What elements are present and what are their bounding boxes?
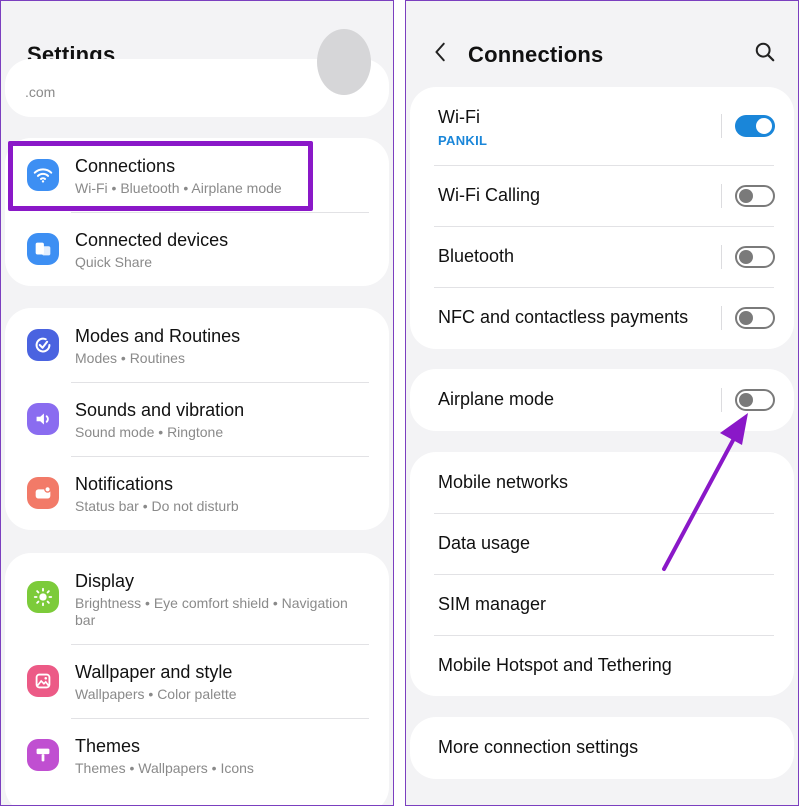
settings-item-display[interactable]: Display Brightness • Eye comfort shield •… (5, 553, 377, 644)
settings-item-subtitle: Sound mode • Ringtone (75, 424, 224, 440)
settings-item-connected-devices[interactable]: Connected devices Quick Share (5, 212, 377, 286)
settings-item-title: Themes (75, 736, 141, 756)
settings-item-subtitle: Quick Share (75, 254, 153, 270)
speaker-icon (27, 403, 59, 435)
annotation-arrow (662, 413, 748, 571)
settings-item-subtitle: Wallpapers • Color palette (75, 686, 237, 702)
settings-group-display: Display Brightness • Eye comfort shield •… (5, 553, 389, 805)
settings-item-subtitle: Status bar • Do not disturb (75, 498, 239, 514)
connections-panel: Connections Wi-Fi PANKIL Wi-Fi Calling Blue… (405, 0, 799, 806)
settings-item-notifications[interactable]: Notifications Status bar • Do not disturb (5, 456, 377, 530)
arrow-head (720, 413, 748, 445)
settings-panel: Settings .com Connections Wi-Fi • Bluetoo… (0, 0, 394, 806)
account-email-partial: .com (25, 84, 56, 100)
settings-item-subtitle-cont: bar (75, 612, 96, 628)
brush-icon (27, 739, 59, 771)
settings-item-subtitle: Themes • Wallpapers • Icons (75, 760, 254, 776)
highlight-box (8, 141, 313, 211)
settings-item-title: Display (75, 571, 135, 591)
check-circle-icon (27, 329, 59, 361)
notification-icon (27, 477, 59, 509)
sun-icon (27, 581, 59, 613)
arrow-shaft (662, 429, 740, 571)
settings-item-subtitle: Modes • Routines (75, 350, 185, 366)
settings-item-title: Notifications (75, 474, 174, 494)
settings-item-themes[interactable]: Themes Themes • Wallpapers • Icons (5, 718, 377, 792)
settings-item-title: Connected devices (75, 230, 229, 250)
account-card[interactable]: .com (5, 29, 389, 117)
image-icon (27, 665, 59, 697)
settings-item-modes-routines[interactable]: Modes and Routines Modes • Routines (5, 308, 377, 382)
avatar (317, 29, 371, 95)
settings-item-title: Wallpaper and style (75, 662, 233, 682)
settings-item-wallpaper-style[interactable]: Wallpaper and style Wallpapers • Color pa… (5, 644, 377, 718)
settings-group-modes: Modes and Routines Modes • Routines Sounds… (5, 308, 389, 530)
settings-item-subtitle: Brightness • Eye comfort shield • Naviga… (75, 595, 348, 611)
settings-item-title: Modes and Routines (75, 326, 241, 346)
settings-item-title: Sounds and vibration (75, 400, 245, 420)
devices-icon (27, 233, 59, 265)
settings-item-sounds-vibration[interactable]: Sounds and vibration Sound mode • Rington… (5, 382, 377, 456)
